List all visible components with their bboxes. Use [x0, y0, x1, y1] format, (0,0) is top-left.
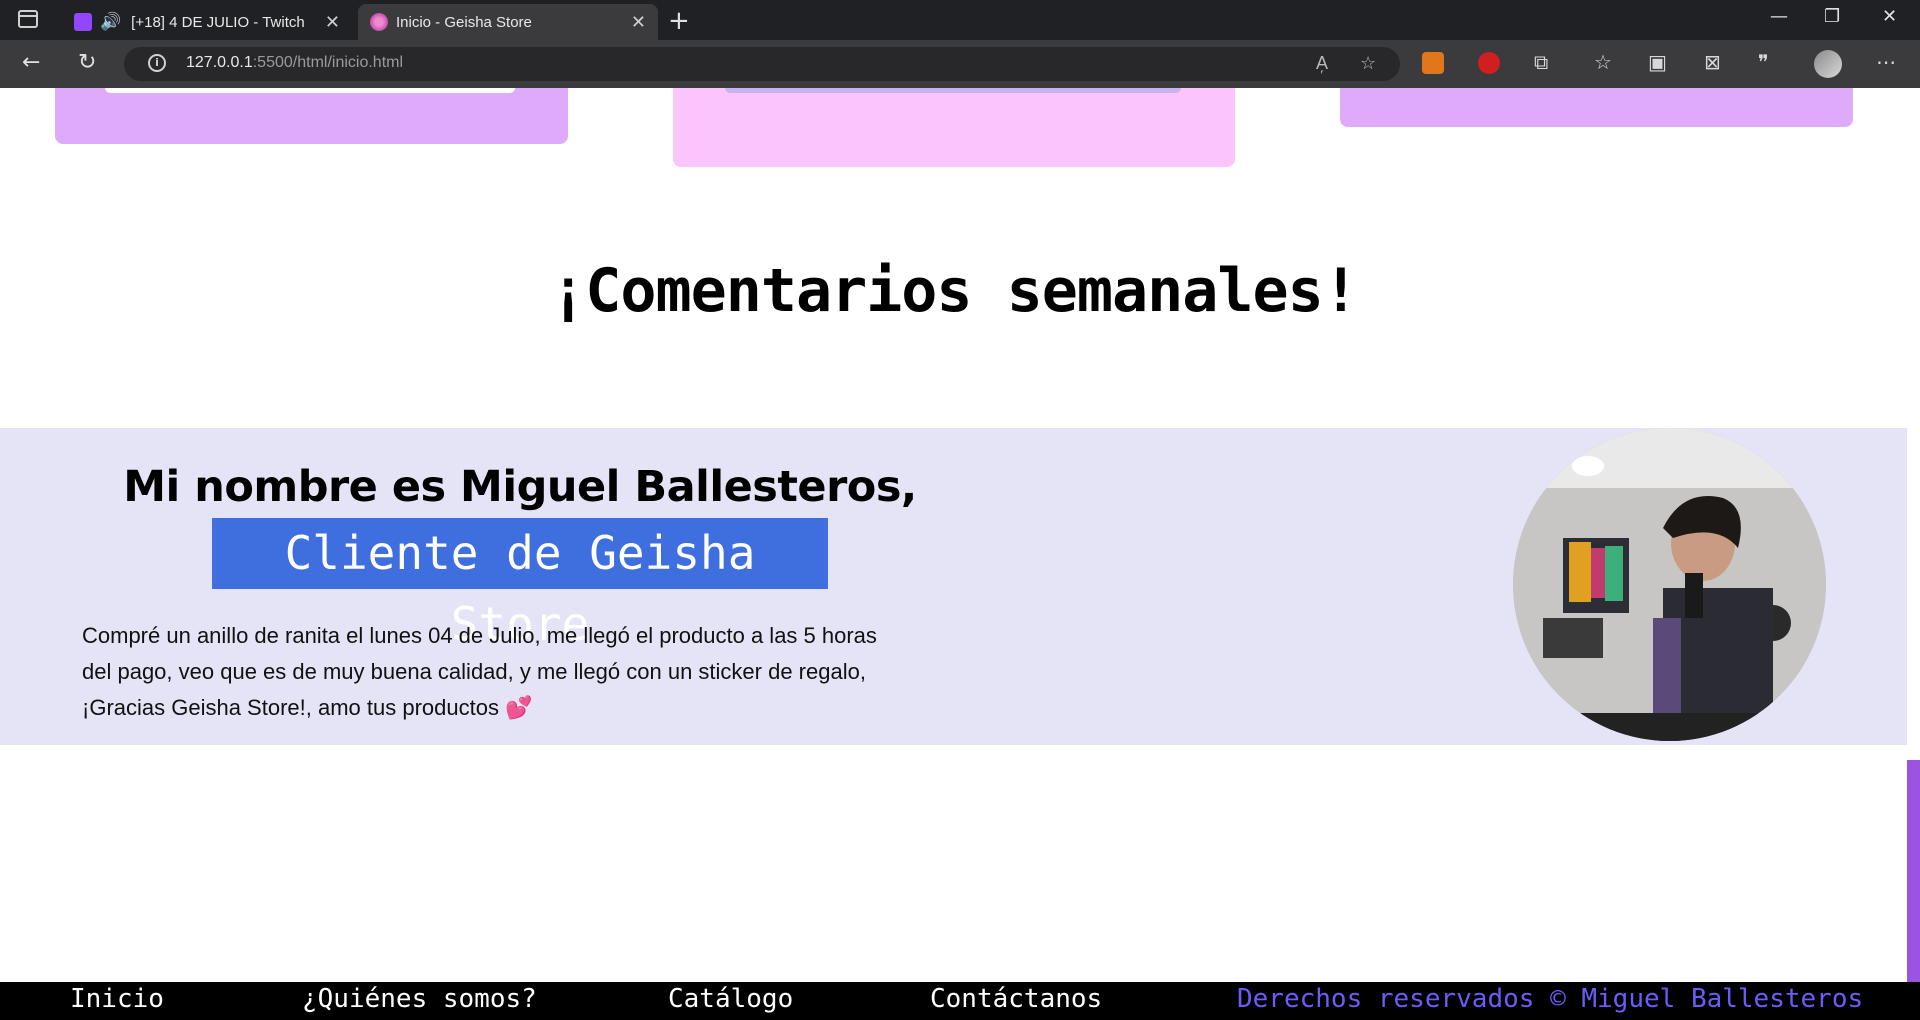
- footer-copyright: Derechos reservados © Miguel Ballesteros: [1237, 984, 1864, 1014]
- footer-link-contactanos[interactable]: Contáctanos: [930, 984, 1102, 1014]
- footer: Inicio ¿Quiénes somos? Catálogo Contácta…: [0, 982, 1920, 1020]
- comment-section: Mi nombre es Miguel Ballesteros, Cliente…: [0, 428, 1907, 745]
- extensions-icon[interactable]: ⧉: [1534, 50, 1548, 74]
- customer-photo: [1513, 428, 1826, 741]
- tab-title: [+18] 4 DE JULIO - Twitch: [131, 13, 305, 31]
- scrollbar-thumb[interactable]: [1907, 760, 1920, 1020]
- add-favorite-icon[interactable]: ☆: [1360, 53, 1376, 74]
- browser-tab-bar: 🔊 [+18] 4 DE JULIO - Twitch ✕ Inicio - G…: [0, 0, 1920, 40]
- reload-icon[interactable]: ↻: [78, 50, 96, 75]
- new-tab-icon[interactable]: +: [668, 6, 690, 36]
- section-title: ¡Comentarios semanales!: [550, 256, 1359, 326]
- footer-link-quienes-somos[interactable]: ¿Quiénes somos?: [302, 984, 537, 1014]
- twitch-favicon-icon: [74, 13, 92, 31]
- more-menu-icon[interactable]: ⋯: [1876, 50, 1896, 74]
- footer-link-catalogo[interactable]: Catálogo: [668, 984, 793, 1014]
- site-info-icon[interactable]: i: [148, 54, 166, 72]
- page-viewport: ¡Comentarios semanales! Mi nombre es Mig…: [0, 88, 1920, 1020]
- heart-emoji-icon: 💕: [505, 695, 533, 720]
- collections-icon[interactable]: ▣: [1648, 50, 1667, 74]
- read-aloud-icon[interactable]: A᷊: [1316, 53, 1328, 74]
- tab-twitch[interactable]: 🔊 [+18] 4 DE JULIO - Twitch ✕: [62, 4, 352, 40]
- metamask-extension-icon[interactable]: [1422, 52, 1444, 74]
- favorites-icon[interactable]: ☆: [1594, 50, 1612, 74]
- comment-role-highlight: Cliente de Geisha Store: [212, 518, 828, 651]
- product-card-bottom: [55, 88, 568, 144]
- math-solver-icon[interactable]: ⊠: [1704, 50, 1721, 74]
- address-bar[interactable]: i 127.0.0.1:5500/html/inicio.html A᷊ ☆: [124, 47, 1400, 81]
- url-text: 127.0.0.1:5500/html/inicio.html: [186, 54, 404, 71]
- product-card-bottom: [1340, 88, 1853, 127]
- tab-geisha-store[interactable]: Inicio - Geisha Store ✕: [358, 4, 658, 40]
- tab-title: Inicio - Geisha Store: [396, 13, 532, 31]
- back-icon[interactable]: ←: [22, 50, 40, 75]
- product-card-bottom: [673, 88, 1235, 167]
- close-window-icon[interactable]: ✕: [1882, 6, 1897, 27]
- adblock-extension-icon[interactable]: [1478, 52, 1500, 74]
- profile-avatar[interactable]: [1814, 50, 1842, 78]
- speaker-icon[interactable]: 🔊: [100, 12, 121, 32]
- footer-link-inicio[interactable]: Inicio: [70, 984, 164, 1014]
- sidebar-toggle-icon[interactable]: [18, 10, 38, 28]
- comment-author: Mi nombre es Miguel Ballesteros,: [123, 462, 917, 512]
- comment-text: Compré un anillo de ranita el lunes 04 d…: [82, 623, 877, 720]
- close-tab-icon[interactable]: ✕: [325, 12, 340, 33]
- close-tab-icon[interactable]: ✕: [631, 12, 646, 33]
- minimize-icon[interactable]: —: [1770, 6, 1788, 27]
- quote-icon[interactable]: ❞: [1758, 50, 1769, 74]
- restore-icon[interactable]: ❐: [1824, 6, 1840, 27]
- geisha-favicon-icon: [370, 13, 388, 31]
